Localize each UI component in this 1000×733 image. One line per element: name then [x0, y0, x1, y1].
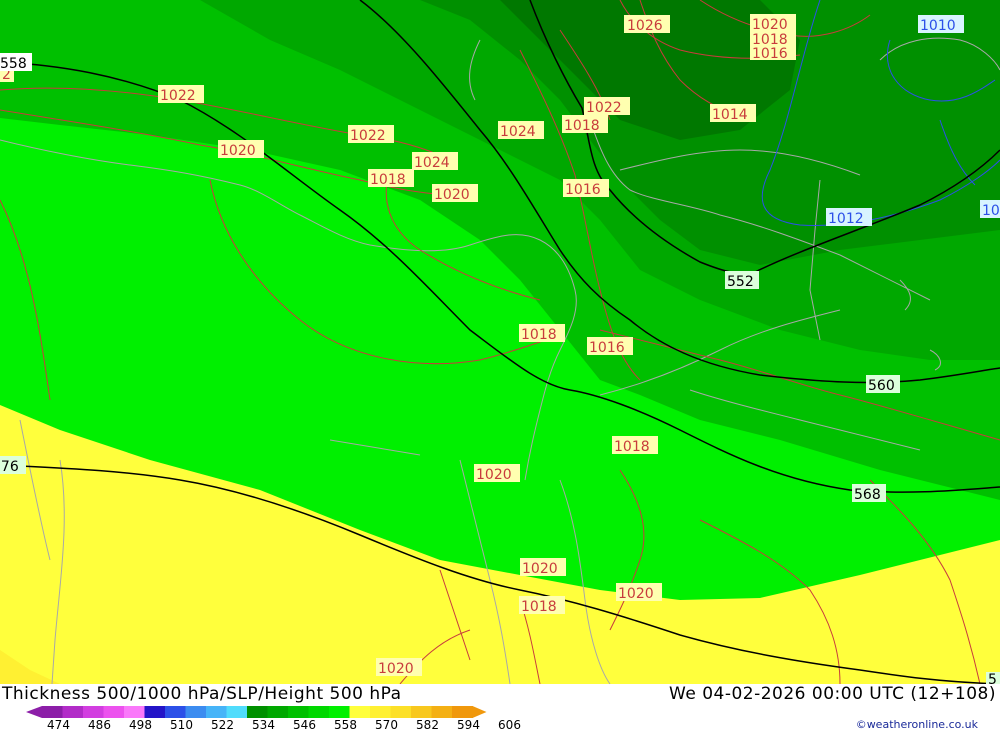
height-label: 552	[727, 274, 754, 290]
slp-label: 1022	[350, 128, 386, 144]
map-title: Thickness 500/1000 hPa/SLP/Height 500 hP…	[2, 684, 402, 704]
slp-label: 1018	[370, 172, 406, 188]
height-label: 5	[988, 672, 997, 684]
slp-label: 1022	[586, 100, 622, 116]
slp-label: 1020	[522, 561, 558, 577]
colorbar-swatch	[144, 706, 166, 718]
colorbar-swatch	[431, 706, 453, 718]
colorbar-swatch	[308, 706, 330, 718]
height-label: 558	[0, 56, 27, 72]
height-label: 560	[868, 378, 895, 394]
colorbar-tick-label: 594	[457, 718, 480, 732]
slp-label-low: 10	[982, 203, 1000, 219]
colorbar-tick-label: 534	[252, 718, 275, 732]
colorbar-swatch	[329, 706, 350, 718]
slp-label: 1016	[565, 182, 601, 198]
colorbar-swatch	[247, 706, 268, 718]
slp-label-low: 1012	[828, 211, 864, 227]
slp-label: 1018	[521, 599, 557, 615]
colorbar-swatch	[62, 706, 84, 718]
colorbar-tick-label: 546	[293, 718, 316, 732]
slp-label: 1018	[521, 327, 557, 343]
colorbar-swatch	[390, 706, 412, 718]
slp-label: 1020	[220, 143, 256, 159]
colorbar-swatch	[206, 706, 227, 718]
colorbar-swatch	[185, 706, 207, 718]
map-footer: Thickness 500/1000 hPa/SLP/Height 500 hP…	[0, 684, 1000, 733]
colorbar-swatch	[83, 706, 104, 718]
weather-map: 1026 1020 1018 1016 1022 1022 1024 1018 …	[0, 0, 1000, 684]
slp-label: 1018	[614, 439, 650, 455]
slp-label: 1016	[589, 340, 625, 356]
colorbar-swatch	[349, 706, 371, 718]
slp-label: 1020	[618, 586, 654, 602]
colorbar-tick-label: 486	[88, 718, 111, 732]
slp-label: 1020	[378, 661, 414, 677]
colorbar-swatch	[267, 706, 289, 718]
slp-label-low: 1010	[920, 18, 956, 34]
colorbar-tick-label: 498	[129, 718, 152, 732]
colorbar-tick-label: 606	[498, 718, 521, 732]
colorbar-swatch	[103, 706, 125, 718]
slp-label: 1020	[434, 187, 470, 203]
colorbar-swatch	[452, 706, 473, 718]
colorbar-tick-label: 570	[375, 718, 398, 732]
colorbar-arrow-left	[26, 706, 42, 718]
colorbar-swatch	[42, 706, 63, 718]
colorbar-swatch	[411, 706, 432, 718]
colorbar-swatch	[226, 706, 248, 718]
slp-label: 1020	[476, 467, 512, 483]
credit-link[interactable]: ©weatheronline.co.uk	[856, 718, 978, 731]
colorbar-tick-label: 522	[211, 718, 234, 732]
slp-label: 1026	[627, 18, 663, 34]
colorbar-swatch	[370, 706, 391, 718]
slp-label: 1024	[500, 124, 536, 140]
colorbar-swatch	[165, 706, 186, 718]
colorbar-tick-label: 558	[334, 718, 357, 732]
colorbar-swatch	[124, 706, 145, 718]
map-datetime: We 04-02-2026 00:00 UTC (12+108)	[669, 684, 996, 704]
slp-label: 1022	[160, 88, 196, 104]
colorbar-tick-label: 510	[170, 718, 193, 732]
slp-label: 1016	[752, 46, 788, 62]
colorbar-arrow-right	[472, 706, 487, 718]
height-label: 568	[854, 487, 881, 503]
colorbar-tick-label: 474	[47, 718, 70, 732]
slp-label: 1014	[712, 107, 748, 123]
slp-label: 1024	[414, 155, 450, 171]
height-label: 576	[0, 459, 19, 475]
slp-label: 1018	[564, 118, 600, 134]
colorbar-swatch	[288, 706, 309, 718]
colorbar-tick-label: 582	[416, 718, 439, 732]
